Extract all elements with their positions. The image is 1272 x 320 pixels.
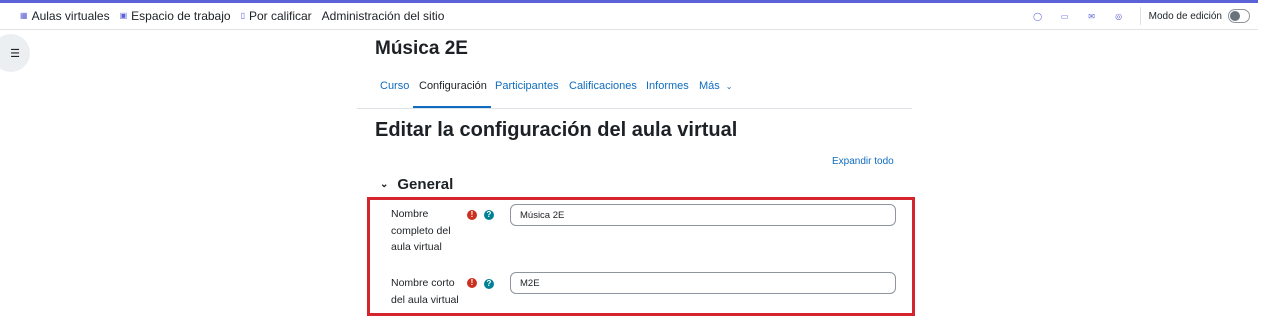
chat-icon[interactable]: ▭ (1058, 9, 1072, 23)
nav-item-to-grade[interactable]: ▯ Por calificar (241, 9, 312, 23)
label-line: Nombre corto (391, 277, 455, 289)
fullname-label: Nombre completo del aula virtual (391, 206, 461, 256)
help-icon[interactable]: ? (484, 279, 494, 289)
nav-item-dashboard[interactable]: ▣ Espacio de trabajo (120, 9, 231, 23)
page-title: Editar la configuración del aula virtual (375, 119, 738, 141)
nav-item-label: Por calificar (248, 9, 312, 23)
tab-participants[interactable]: Participantes (495, 80, 559, 92)
settings-icon[interactable]: ◎ (1112, 9, 1126, 23)
nav-item-courses[interactable]: ▦ Aulas virtuales (20, 9, 110, 23)
nav-item-site-admin[interactable]: Administración del sitio (322, 9, 445, 23)
tab-settings[interactable]: Configuración (419, 80, 487, 92)
nav-item-label: Espacio de trabajo (131, 9, 231, 23)
label-line: Nombre (391, 208, 429, 220)
required-icon: ! (467, 278, 477, 288)
fullname-input[interactable] (510, 204, 896, 226)
primary-navigation: ▦ Aulas virtuales ▣ Espacio de trabajo ▯… (0, 3, 1258, 30)
tab-more-label: Más (699, 80, 720, 92)
tab-grades[interactable]: Calificaciones (569, 80, 637, 92)
edit-mode-label: Modo de edición (1148, 10, 1222, 22)
chevron-down-icon: ⌄ (725, 82, 733, 91)
bell-icon[interactable]: ◯ (1031, 9, 1045, 23)
nav-item-label: Aulas virtuales (31, 9, 110, 23)
tab-reports[interactable]: Informes (646, 80, 689, 92)
expand-all-link[interactable]: Expandir todo (832, 156, 894, 167)
mail-icon[interactable]: ✉ (1085, 9, 1099, 23)
divider (1139, 7, 1141, 25)
chevron-down-icon: ⌄ (380, 179, 389, 190)
edit-mode-toggle[interactable] (1228, 9, 1250, 23)
secondary-navigation: Curso Configuración Participantes Califi… (357, 72, 912, 109)
label-line: completo del (391, 224, 451, 237)
grid-icon: ▦ (20, 11, 28, 20)
nav-item-label: Administración del sitio (321, 9, 445, 23)
tab-more[interactable]: Más ⌄ (699, 80, 732, 92)
list-icon: ☰ (10, 47, 20, 60)
dashboard-icon: ▣ (119, 11, 128, 20)
help-icon[interactable]: ? (484, 210, 494, 220)
label-line: aula virtual (391, 241, 442, 253)
shortname-label: Nombre corto del aula virtual (391, 275, 461, 308)
course-index-toggle-button[interactable]: ☰ (0, 34, 30, 72)
section-title: General (397, 176, 454, 193)
label-line: del aula virtual (391, 293, 459, 306)
required-icon: ! (467, 210, 477, 220)
general-section-header[interactable]: ⌄ General (380, 176, 453, 193)
tab-course[interactable]: Curso (380, 80, 409, 92)
user-tools: ◯ ▭ ✉ ◎ Modo de edición (1018, 3, 1250, 29)
document-icon: ▯ (240, 11, 245, 20)
shortname-input[interactable] (510, 272, 896, 294)
active-tab-indicator (413, 106, 491, 108)
course-title: Música 2E (375, 38, 468, 59)
